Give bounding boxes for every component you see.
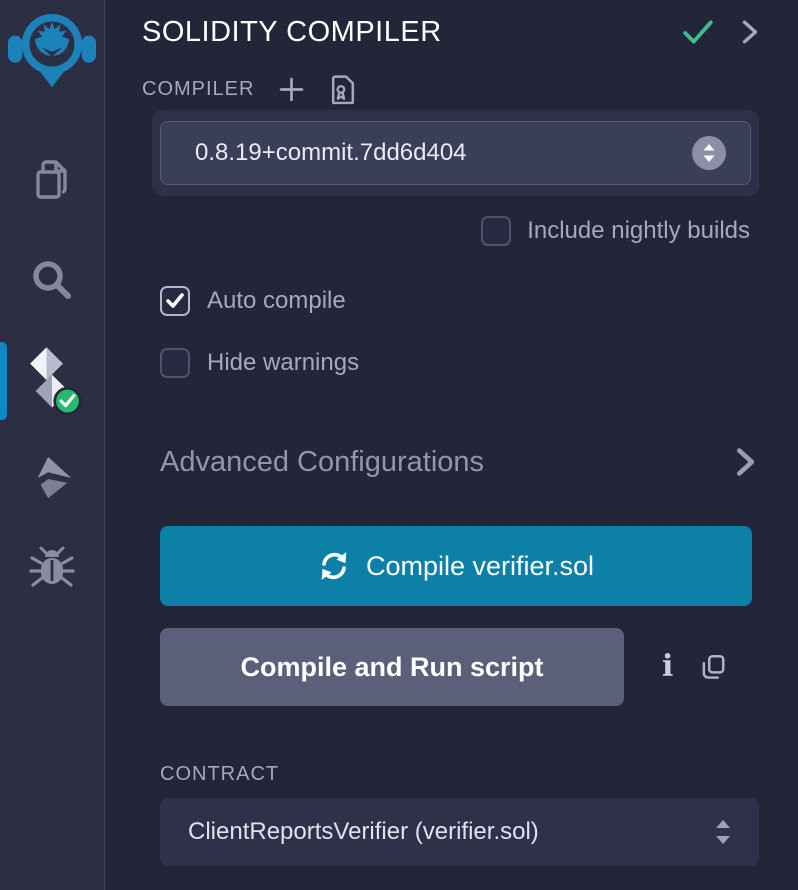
sidebar-item-solidity-compiler[interactable] — [0, 345, 104, 417]
compiler-section-header: COMPILER — [142, 74, 759, 104]
auto-compile-label[interactable]: Auto compile — [207, 287, 346, 315]
solidity-icon — [21, 345, 83, 417]
hide-warnings-label[interactable]: Hide warnings — [207, 349, 359, 377]
collapse-panel-chevron-icon[interactable] — [741, 19, 759, 45]
active-tab-indicator — [0, 342, 7, 420]
contract-select-value: ClientReportsVerifier (verifier.sol) — [188, 818, 539, 846]
auto-compile-checkbox[interactable] — [160, 286, 190, 316]
sidebar-item-search[interactable] — [0, 257, 104, 303]
contract-select[interactable]: ClientReportsVerifier (verifier.sol) — [160, 798, 759, 866]
add-custom-compiler-icon[interactable] — [278, 76, 305, 103]
compile-success-check-icon — [682, 18, 714, 46]
remix-logo-icon — [8, 5, 96, 95]
up-down-arrows-icon — [700, 140, 718, 166]
compiler-version-select[interactable]: 0.8.19+commit.7dd6d404 — [160, 121, 751, 185]
advanced-configurations-label: Advanced Configurations — [160, 446, 484, 479]
compile-button-label: Compile verifier.sol — [366, 551, 594, 582]
copy-pages-icon — [28, 155, 76, 203]
compiler-section-label: COMPILER — [142, 78, 254, 101]
up-down-arrows-icon — [713, 817, 733, 847]
license-file-badge-icon[interactable] — [329, 74, 357, 105]
remix-app: SOLIDITY COMPILER COMPILER 0.8.19+comm — [0, 0, 798, 890]
sidebar-item-home[interactable] — [0, 5, 104, 95]
contract-section-label: CONTRACT — [160, 763, 279, 786]
copy-pages-glyph — [699, 653, 727, 681]
checkmark-icon — [165, 292, 185, 310]
sidebar-item-debugger[interactable] — [0, 545, 104, 593]
refresh-sync-icon — [318, 550, 350, 582]
contract-select-arrows — [713, 817, 733, 847]
include-nightly-row: Include nightly builds — [142, 214, 759, 248]
compiler-version-select-wrap: 0.8.19+commit.7dd6d404 — [152, 110, 759, 196]
include-nightly-checkbox[interactable] — [481, 216, 511, 246]
expand-chevron-icon — [734, 446, 756, 478]
hide-warnings-checkbox[interactable] — [160, 348, 190, 378]
copy-icon[interactable] — [699, 653, 727, 681]
contract-section-header: CONTRACT — [160, 762, 759, 786]
hide-warnings-row: Hide warnings — [160, 346, 759, 380]
compile-and-run-button[interactable]: Compile and Run script — [160, 628, 624, 706]
sidebar-item-file-explorer[interactable] — [0, 155, 104, 203]
include-nightly-label[interactable]: Include nightly builds — [527, 217, 750, 245]
icon-sidebar — [0, 0, 105, 890]
compile-and-run-row: Compile and Run script i — [160, 628, 759, 706]
search-icon — [29, 257, 75, 303]
page-title: SOLIDITY COMPILER — [142, 16, 682, 49]
advanced-configurations-toggle[interactable]: Advanced Configurations — [160, 442, 759, 482]
select-spinner-icon[interactable] — [692, 136, 726, 170]
panel-header: SOLIDITY COMPILER — [142, 14, 759, 50]
ethereum-icon — [27, 453, 77, 503]
solidity-compiler-panel: SOLIDITY COMPILER COMPILER 0.8.19+comm — [105, 0, 798, 890]
compile-button[interactable]: Compile verifier.sol — [160, 526, 752, 606]
auto-compile-row: Auto compile — [160, 284, 759, 318]
sidebar-item-deploy-run[interactable] — [0, 453, 104, 503]
bug-icon — [28, 545, 76, 593]
info-icon[interactable]: i — [662, 652, 673, 682]
compiler-version-value: 0.8.19+commit.7dd6d404 — [195, 139, 467, 167]
